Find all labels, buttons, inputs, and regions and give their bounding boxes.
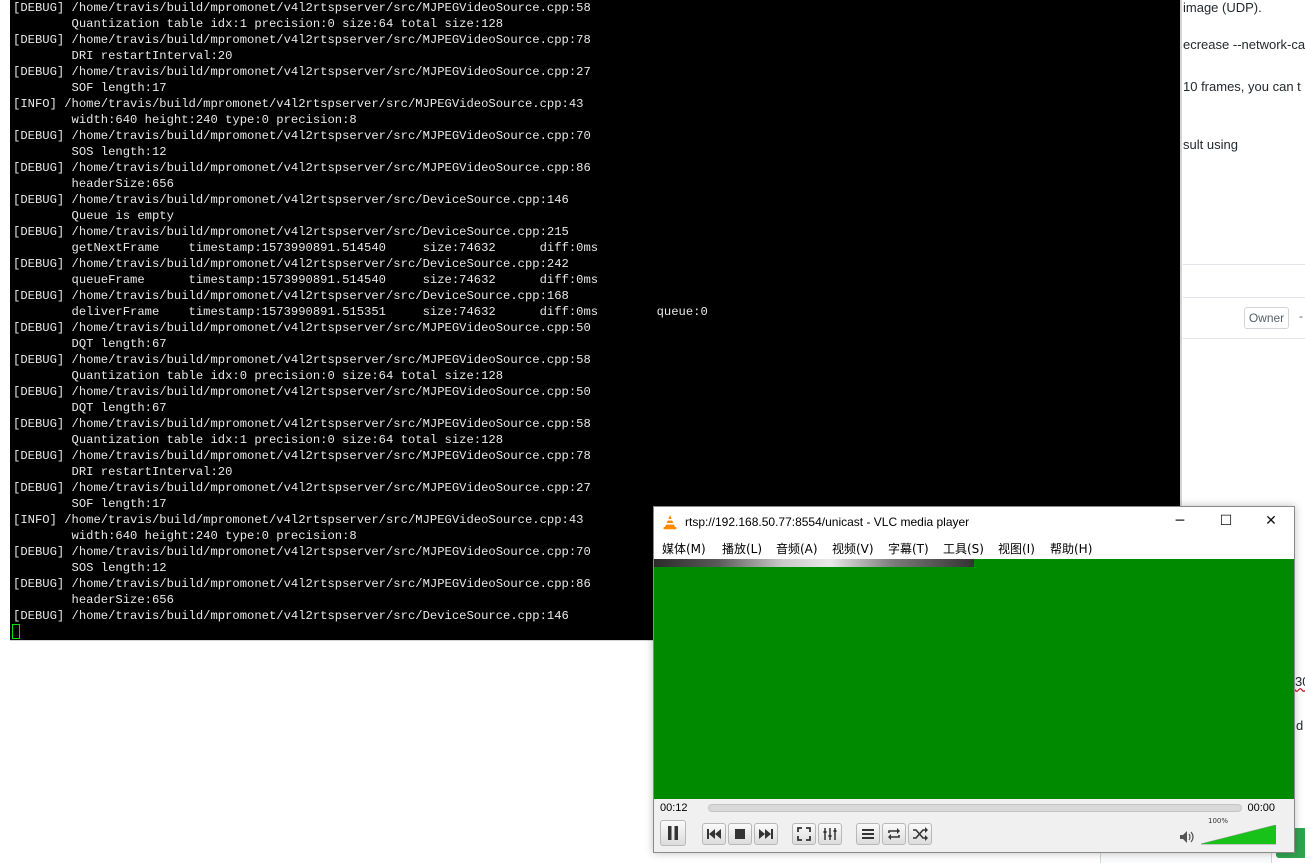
playlist-button[interactable] bbox=[856, 823, 880, 845]
owner-badge: Owner bbox=[1244, 307, 1289, 329]
menu-tools[interactable]: 工具(S) bbox=[943, 540, 984, 557]
total-time: 00:00 bbox=[1247, 802, 1275, 814]
desktop: ^ image (UDP). ecrease --network-ca 10 f… bbox=[0, 0, 1305, 863]
terminal-line: [DEBUG] /home/travis/build/mpromonet/v4l… bbox=[13, 1, 591, 15]
menu-help[interactable]: 帮助(H) bbox=[1050, 540, 1092, 557]
shuffle-icon bbox=[913, 827, 928, 841]
menu-bar: 媒体(M) 播放(L) 音频(A) 视频(V) 字幕(T) 工具(S) 视图(I… bbox=[654, 537, 1294, 559]
pause-icon bbox=[668, 826, 678, 840]
seek-bar[interactable] bbox=[708, 804, 1242, 812]
browser-text-line: image (UDP). bbox=[1183, 0, 1262, 15]
playback-controls: 00:12 00:00 100% bbox=[654, 799, 1294, 852]
terminal-line: [DEBUG] /home/travis/build/mpromonet/v4l… bbox=[13, 289, 569, 303]
elapsed-time: 00:12 bbox=[660, 802, 688, 814]
close-button[interactable]: ✕ bbox=[1248, 507, 1294, 537]
terminal-line: [DEBUG] /home/travis/build/mpromonet/v4l… bbox=[13, 417, 591, 431]
terminal-line: DQT length:67 bbox=[13, 401, 167, 415]
terminal-output: [DEBUG] /home/travis/build/mpromonet/v4l… bbox=[13, 0, 708, 624]
maximize-button[interactable]: ☐ bbox=[1203, 507, 1249, 537]
terminal-line: headerSize:656 bbox=[13, 593, 174, 607]
menu-media[interactable]: 媒体(M) bbox=[662, 540, 706, 557]
terminal-line: width:640 height:240 type:0 precision:8 bbox=[13, 529, 357, 543]
terminal-line: [INFO] /home/travis/build/mpromonet/v4l2… bbox=[13, 513, 584, 527]
vlc-titlebar[interactable]: rtsp://192.168.50.77:8554/unicast - VLC … bbox=[654, 507, 1294, 537]
fullscreen-button[interactable] bbox=[792, 823, 816, 845]
terminal-line: Quantization table idx:0 precision:0 siz… bbox=[13, 369, 504, 383]
video-area[interactable] bbox=[654, 559, 1294, 799]
terminal-line: width:640 height:240 type:0 precision:8 bbox=[13, 113, 357, 127]
loop-icon bbox=[888, 828, 900, 840]
browser-text-line: ecrease --network-ca bbox=[1183, 37, 1305, 52]
terminal-line: [DEBUG] /home/travis/build/mpromonet/v4l… bbox=[13, 193, 569, 207]
misspelled-text: 30 bbox=[1295, 674, 1305, 689]
terminal-cursor bbox=[12, 624, 20, 639]
terminal-line: [DEBUG] /home/travis/build/mpromonet/v4l… bbox=[13, 321, 591, 335]
terminal-line: Quantization table idx:1 precision:0 siz… bbox=[13, 17, 504, 31]
terminal-line: SOF length:17 bbox=[13, 497, 167, 511]
volume-slider[interactable] bbox=[1201, 825, 1276, 845]
terminal-line: SOF length:17 bbox=[13, 81, 167, 95]
video-artifact-strip bbox=[654, 559, 974, 567]
previous-button[interactable] bbox=[702, 823, 726, 845]
vlc-cone-icon bbox=[663, 515, 677, 530]
next-icon bbox=[759, 829, 773, 839]
divider bbox=[1183, 338, 1305, 339]
menu-subtitle[interactable]: 字幕(T) bbox=[888, 540, 929, 557]
terminal-line: [INFO] /home/travis/build/mpromonet/v4l2… bbox=[13, 97, 584, 111]
terminal-line: DRI restartInterval:20 bbox=[13, 49, 233, 63]
terminal-line: [DEBUG] /home/travis/build/mpromonet/v4l… bbox=[13, 33, 591, 47]
terminal-line: [DEBUG] /home/travis/build/mpromonet/v4l… bbox=[13, 609, 569, 623]
menu-view[interactable]: 视图(I) bbox=[998, 540, 1035, 557]
terminal-line: DQT length:67 bbox=[13, 337, 167, 351]
terminal-line: queueFrame timestamp:1573990891.514540 s… bbox=[13, 273, 599, 287]
extended-settings-button[interactable] bbox=[818, 823, 842, 845]
divider bbox=[1183, 297, 1305, 298]
browser-text-line: sult using bbox=[1183, 137, 1238, 152]
terminal-line: headerSize:656 bbox=[13, 177, 174, 191]
terminal-line: [DEBUG] /home/travis/build/mpromonet/v4l… bbox=[13, 577, 591, 591]
divider bbox=[1183, 264, 1305, 265]
terminal-line: Quantization table idx:1 precision:0 siz… bbox=[13, 433, 504, 447]
equalizer-icon bbox=[823, 828, 837, 840]
stop-icon bbox=[735, 829, 745, 839]
terminal-line: [DEBUG] /home/travis/build/mpromonet/v4l… bbox=[13, 353, 591, 367]
separator-dash: - bbox=[1299, 309, 1303, 323]
terminal-line: SOS length:12 bbox=[13, 145, 167, 159]
terminal-line: [DEBUG] /home/travis/build/mpromonet/v4l… bbox=[13, 481, 591, 495]
terminal-line: Queue is empty bbox=[13, 209, 174, 223]
terminal-line: [DEBUG] /home/travis/build/mpromonet/v4l… bbox=[13, 65, 591, 79]
terminal-line: deliverFrame timestamp:1573990891.515351… bbox=[13, 305, 708, 319]
terminal-line: [DEBUG] /home/travis/build/mpromonet/v4l… bbox=[13, 161, 591, 175]
minimize-button[interactable]: ─ bbox=[1157, 507, 1203, 537]
stop-button[interactable] bbox=[728, 823, 752, 845]
terminal-line: SOS length:12 bbox=[13, 561, 167, 575]
window-title: rtsp://192.168.50.77:8554/unicast - VLC … bbox=[685, 515, 970, 529]
menu-audio[interactable]: 音频(A) bbox=[776, 540, 818, 557]
terminal-line: [DEBUG] /home/travis/build/mpromonet/v4l… bbox=[13, 449, 591, 463]
volume-percent-label: 100% bbox=[1208, 817, 1229, 825]
terminal-line: getNextFrame timestamp:1573990891.514540… bbox=[13, 241, 599, 255]
terminal-line: [DEBUG] /home/travis/build/mpromonet/v4l… bbox=[13, 385, 591, 399]
browser-text-line: 10 frames, you can t bbox=[1183, 79, 1301, 94]
fullscreen-icon bbox=[797, 827, 811, 841]
loop-button[interactable] bbox=[882, 823, 906, 845]
terminal-line: DRI restartInterval:20 bbox=[13, 465, 233, 479]
menu-video[interactable]: 视频(V) bbox=[832, 540, 874, 557]
shuffle-button[interactable] bbox=[908, 823, 932, 845]
speaker-icon[interactable] bbox=[1179, 830, 1195, 844]
terminal-line: [DEBUG] /home/travis/build/mpromonet/v4l… bbox=[13, 257, 569, 271]
vlc-window[interactable]: rtsp://192.168.50.77:8554/unicast - VLC … bbox=[653, 506, 1295, 853]
browser-text-line: d bbox=[1296, 718, 1304, 733]
menu-playback[interactable]: 播放(L) bbox=[722, 540, 762, 557]
next-button[interactable] bbox=[754, 823, 778, 845]
playlist-icon bbox=[862, 829, 874, 839]
terminal-line: [DEBUG] /home/travis/build/mpromonet/v4l… bbox=[13, 545, 591, 559]
previous-icon bbox=[707, 829, 721, 839]
terminal-line: [DEBUG] /home/travis/build/mpromonet/v4l… bbox=[13, 225, 569, 239]
terminal-line: [DEBUG] /home/travis/build/mpromonet/v4l… bbox=[13, 129, 591, 143]
pause-button[interactable] bbox=[660, 820, 686, 846]
